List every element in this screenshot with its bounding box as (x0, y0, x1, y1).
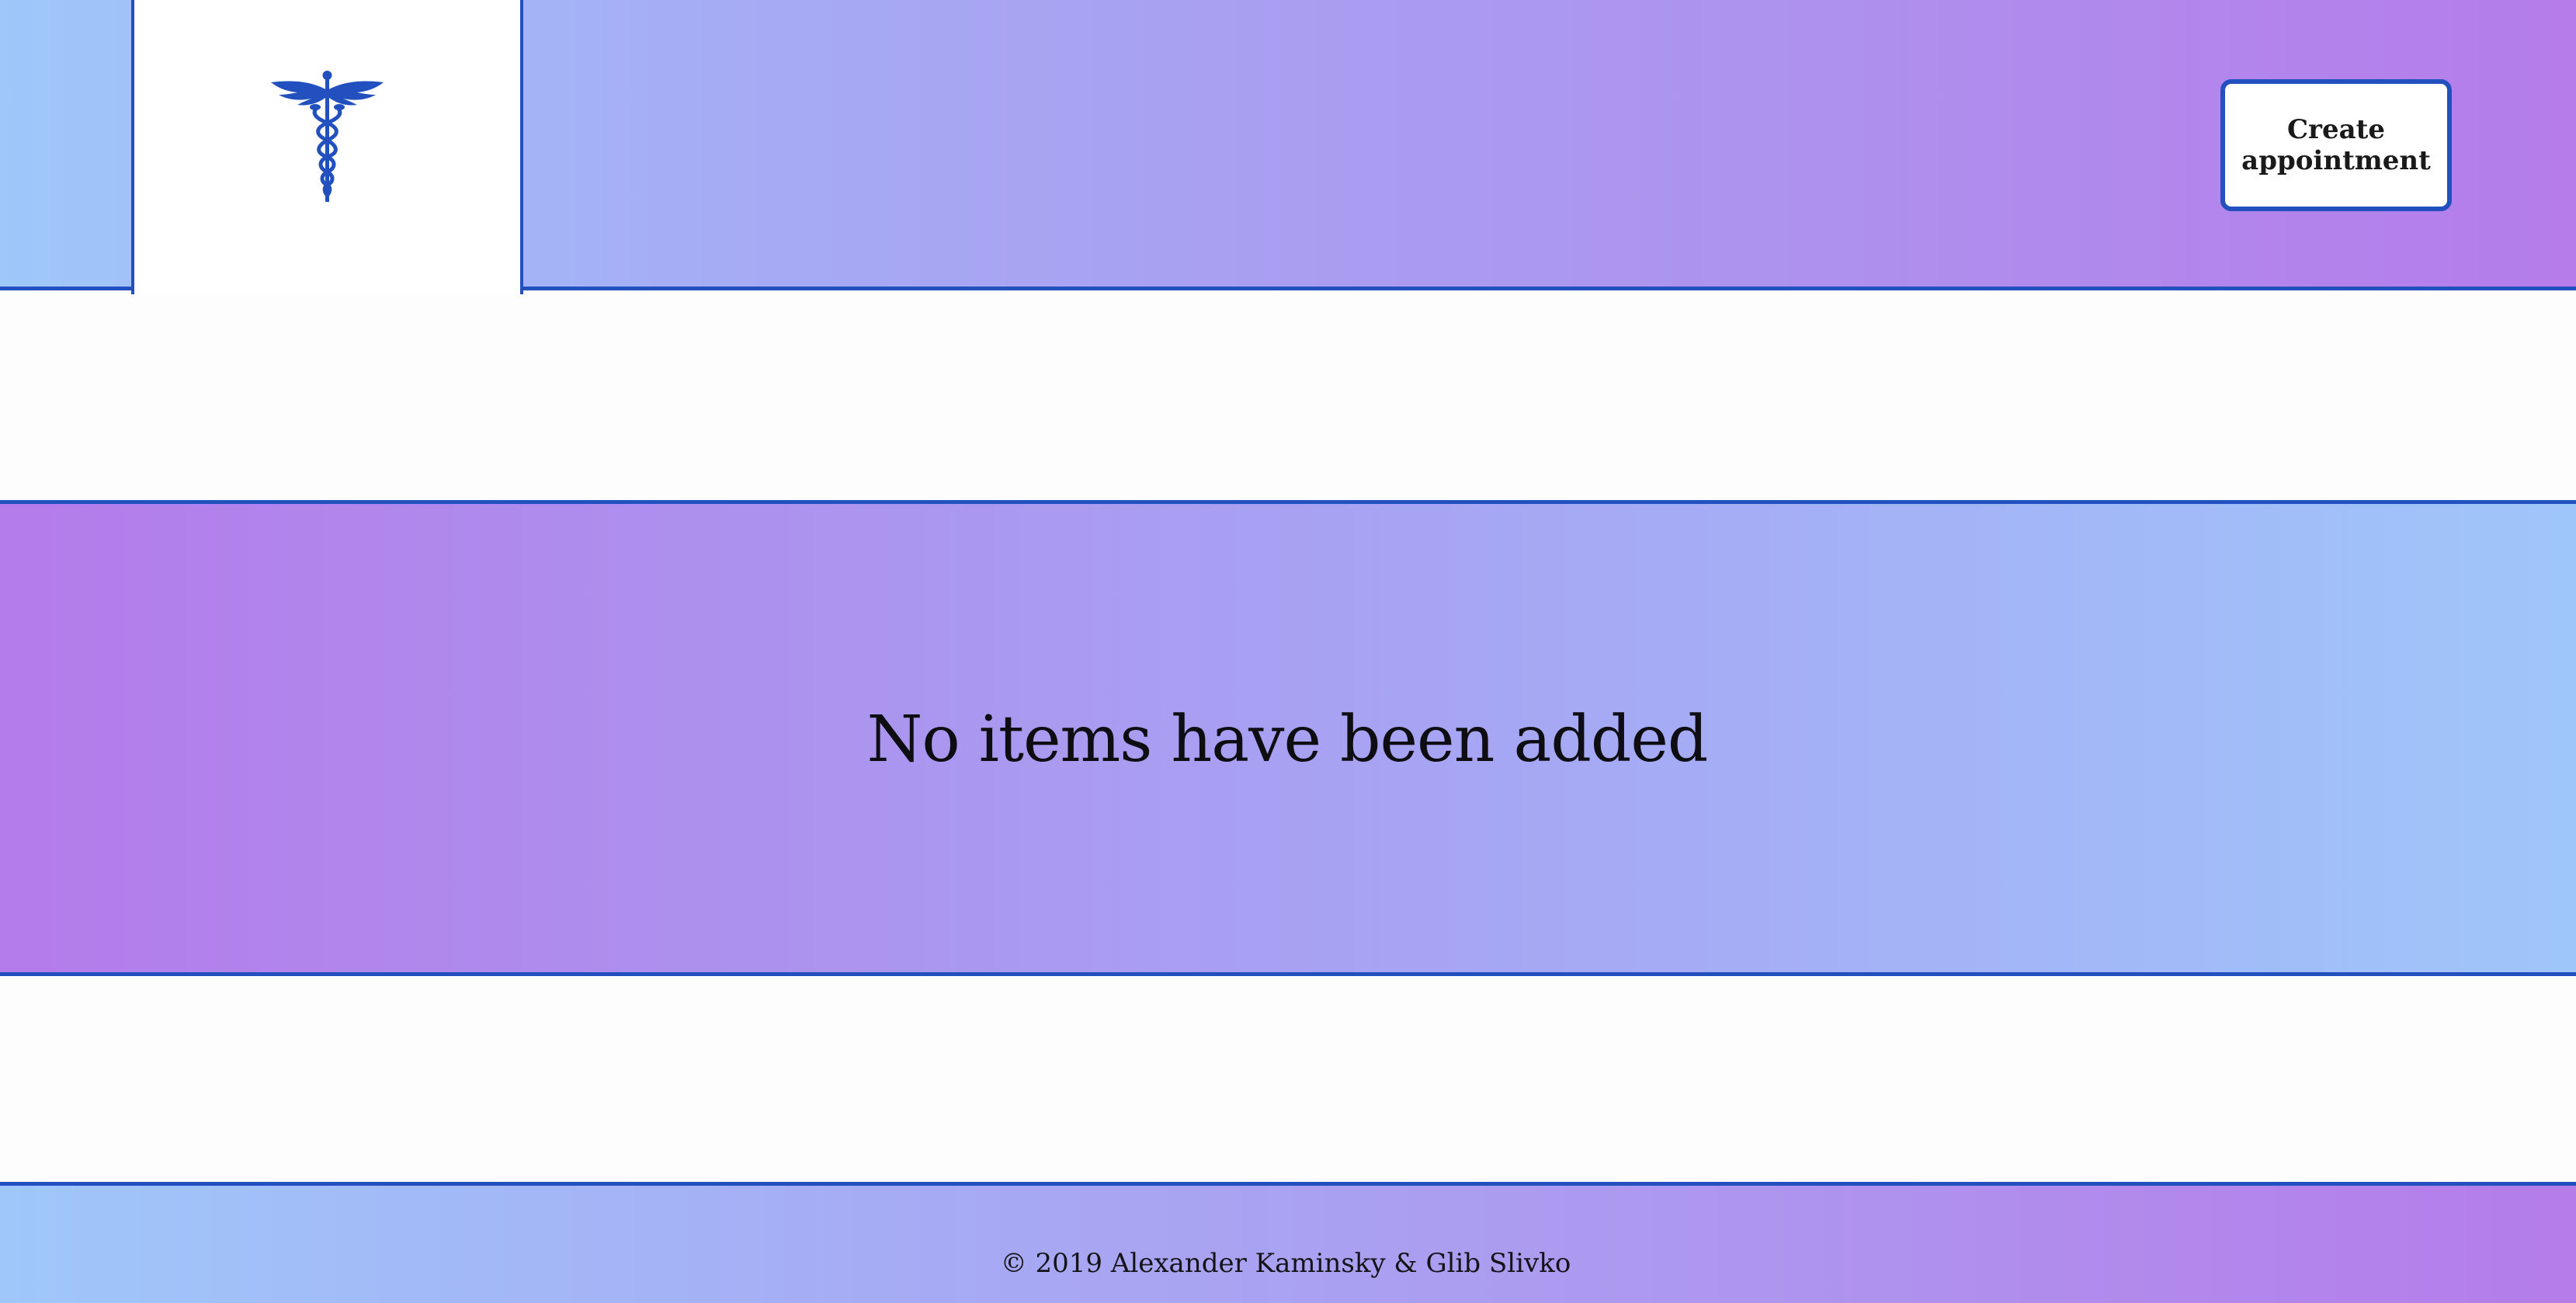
create-appointment-label: Create appointment (2241, 114, 2431, 176)
site-footer: © 2019 Alexander Kaminsky & Glib Slivko (0, 1182, 2576, 1303)
empty-state-message: No items have been added (866, 703, 1709, 777)
site-header: Create appointment (0, 0, 2576, 294)
caduceus-icon (271, 71, 384, 202)
appointments-list: No items have been added (0, 500, 2576, 976)
copyright-text: © 2019 Alexander Kaminsky & Glib Slivko (0, 1248, 2576, 1279)
create-appointment-button[interactable]: Create appointment (2220, 79, 2452, 211)
empty-state: No items have been added (0, 504, 2576, 972)
logo-container[interactable] (131, 0, 523, 294)
copyright-label: © 2019 Alexander Kaminsky & Glib Slivko (1000, 1248, 1571, 1279)
